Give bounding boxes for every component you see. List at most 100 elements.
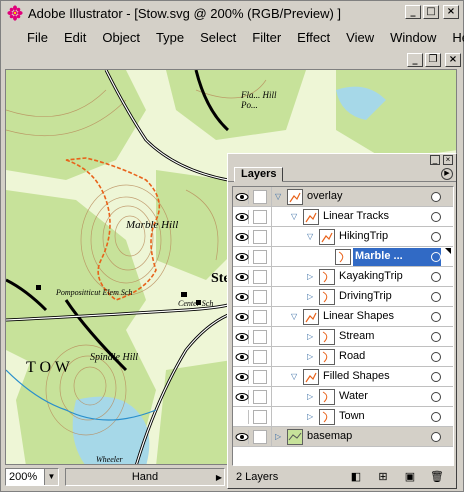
doc-restore-button[interactable]: ❐: [425, 53, 441, 67]
menu-object[interactable]: Object: [94, 30, 148, 45]
target-circle-icon[interactable]: [431, 332, 441, 342]
lock-toggle[interactable]: [253, 270, 267, 284]
column-divider: [271, 387, 272, 407]
visibility-eye-icon[interactable]: [235, 290, 249, 304]
make-clipping-mask-icon[interactable]: ◧: [347, 469, 365, 485]
target-circle-icon[interactable]: [431, 252, 441, 262]
lock-toggle[interactable]: [253, 210, 267, 224]
expand-triangle-closed-icon[interactable]: ▷: [307, 293, 315, 301]
visibility-eye-icon[interactable]: [235, 330, 249, 344]
title-bar[interactable]: Adobe Illustrator - [Stow.svg @ 200% (RG…: [3, 3, 461, 23]
menu-help[interactable]: Help: [444, 30, 464, 45]
zoom-dropdown-icon[interactable]: ▼: [44, 469, 58, 485]
visibility-eye-icon[interactable]: [235, 390, 249, 404]
expand-triangle-open-icon[interactable]: ▽: [307, 233, 315, 241]
lock-toggle[interactable]: [253, 230, 267, 244]
minimize-button[interactable]: _: [405, 5, 421, 19]
target-circle-icon[interactable]: [431, 432, 441, 442]
layer-row[interactable]: Marble ...: [233, 247, 453, 267]
lock-toggle[interactable]: [253, 370, 267, 384]
new-layer-icon[interactable]: ▣: [401, 469, 419, 485]
menu-view[interactable]: View: [338, 30, 382, 45]
layer-row[interactable]: ▽ HikingTrip: [233, 227, 453, 247]
doc-minimize-button[interactable]: _: [407, 53, 423, 67]
target-circle-icon[interactable]: [431, 352, 441, 362]
lock-toggle[interactable]: [253, 290, 267, 304]
target-circle-icon[interactable]: [431, 392, 441, 402]
maximize-button[interactable]: □: [423, 5, 439, 19]
zoom-level-field[interactable]: 200% ▼: [5, 468, 59, 486]
layer-thumbnail: [319, 349, 335, 365]
visibility-eye-icon[interactable]: [235, 210, 249, 224]
visibility-eye-icon[interactable]: [235, 350, 249, 364]
layer-row[interactable]: ▷ Road: [233, 347, 453, 367]
expand-triangle-closed-icon[interactable]: ▷: [307, 393, 315, 401]
layer-row[interactable]: ▷ Stream: [233, 327, 453, 347]
status-tool-field[interactable]: Hand ▶: [65, 468, 225, 486]
lock-toggle[interactable]: [253, 190, 267, 204]
lock-toggle[interactable]: [253, 250, 267, 264]
visibility-eye-icon[interactable]: [235, 310, 249, 324]
target-circle-icon[interactable]: [431, 192, 441, 202]
target-circle-icon[interactable]: [431, 292, 441, 302]
visibility-eye-icon[interactable]: [235, 190, 249, 204]
delete-layer-icon[interactable]: 🗑: [428, 469, 446, 485]
visibility-eye-icon[interactable]: [235, 410, 249, 424]
palette-close-icon[interactable]: ×: [443, 155, 453, 165]
layer-name: basemap: [307, 430, 353, 442]
close-button[interactable]: ×: [443, 5, 459, 19]
lock-toggle[interactable]: [253, 350, 267, 364]
target-circle-icon[interactable]: [431, 272, 441, 282]
visibility-eye-icon[interactable]: [235, 230, 249, 244]
palette-menu-icon[interactable]: ▶: [441, 168, 453, 180]
expand-triangle-closed-icon[interactable]: ▷: [307, 333, 315, 341]
palette-title-bar[interactable]: _ ×: [228, 154, 456, 166]
expand-triangle-closed-icon[interactable]: ▷: [307, 413, 315, 421]
expand-triangle-open-icon[interactable]: ▽: [291, 373, 299, 381]
target-circle-icon[interactable]: [431, 232, 441, 242]
visibility-eye-icon[interactable]: [235, 270, 249, 284]
expand-triangle-closed-icon[interactable]: ▷: [307, 273, 315, 281]
doc-close-button[interactable]: ×: [445, 53, 461, 67]
layer-row[interactable]: ▷ Water: [233, 387, 453, 407]
layer-row[interactable]: ▷ KayakingTrip: [233, 267, 453, 287]
visibility-eye-icon[interactable]: [235, 370, 249, 384]
expand-triangle-open-icon[interactable]: ▽: [291, 213, 299, 221]
menu-type[interactable]: Type: [148, 30, 192, 45]
expand-triangle-closed-icon[interactable]: ▷: [275, 433, 283, 441]
palette-minimize-icon[interactable]: _: [430, 155, 440, 165]
layer-row[interactable]: ▷ DrivingTrip: [233, 287, 453, 307]
visibility-eye-icon[interactable]: [235, 250, 249, 264]
menu-select[interactable]: Select: [192, 30, 244, 45]
lock-toggle[interactable]: [253, 330, 267, 344]
layer-row[interactable]: ▽ Linear Tracks: [233, 207, 453, 227]
target-circle-icon[interactable]: [431, 212, 441, 222]
layer-row[interactable]: ▽ Filled Shapes: [233, 367, 453, 387]
target-circle-icon[interactable]: [431, 412, 441, 422]
menu-edit[interactable]: Edit: [56, 30, 94, 45]
target-circle-icon[interactable]: [431, 372, 441, 382]
menu-effect[interactable]: Effect: [289, 30, 338, 45]
menu-window[interactable]: Window: [382, 30, 444, 45]
layer-row[interactable]: ▷ Town: [233, 407, 453, 427]
palette-tabs: Layers ▶: [228, 166, 456, 182]
layer-row[interactable]: ▷ basemap: [233, 427, 453, 447]
layers-palette[interactable]: _ × Layers ▶ ▽ overlay ▽ Linear Tracks ▽ Hiki…: [227, 153, 457, 489]
lock-toggle[interactable]: [253, 390, 267, 404]
status-dropdown-icon[interactable]: ▶: [216, 473, 222, 482]
visibility-eye-icon[interactable]: [235, 430, 249, 444]
layer-row[interactable]: ▽ overlay: [233, 187, 453, 207]
menu-file[interactable]: File: [19, 30, 56, 45]
new-sublayer-icon[interactable]: ⊞: [374, 469, 392, 485]
target-circle-icon[interactable]: [431, 312, 441, 322]
lock-toggle[interactable]: [253, 310, 267, 324]
expand-triangle-open-icon[interactable]: ▽: [291, 313, 299, 321]
lock-toggle[interactable]: [253, 430, 267, 444]
lock-toggle[interactable]: [253, 410, 267, 424]
layer-row[interactable]: ▽ Linear Shapes: [233, 307, 453, 327]
layer-thumbnail: [303, 209, 319, 225]
tab-layers[interactable]: Layers: [234, 167, 284, 182]
expand-triangle-closed-icon[interactable]: ▷: [307, 353, 315, 361]
expand-triangle-open-icon[interactable]: ▽: [275, 193, 283, 201]
menu-filter[interactable]: Filter: [244, 30, 289, 45]
